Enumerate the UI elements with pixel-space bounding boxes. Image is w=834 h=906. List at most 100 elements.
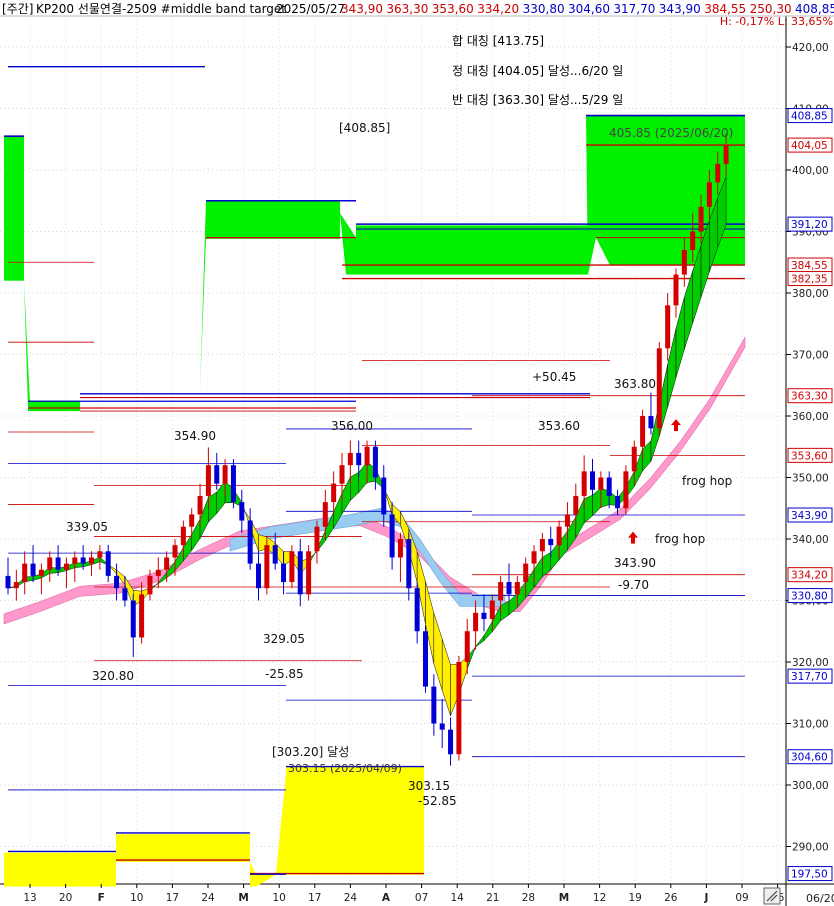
header-value: 330,80 — [523, 2, 565, 16]
candle-body — [473, 612, 479, 632]
green-cloud — [4, 136, 24, 281]
chart-header: [주간] KP200 선물연결-2509 #middle band target… — [2, 2, 834, 28]
ann-33905: 339.05 — [66, 520, 108, 534]
candle-body — [364, 446, 370, 466]
candle-body — [556, 526, 562, 546]
candle-body — [5, 575, 11, 589]
green-cloud — [206, 203, 340, 239]
y-tick-label: 380,00 — [792, 288, 829, 300]
header-value: 408,85 — [795, 2, 834, 16]
header-value: 343,90 — [341, 2, 383, 16]
header-value: 250,30 — [750, 2, 792, 16]
ann-32905: 329.05 — [263, 632, 305, 646]
ma-ribbon-segment — [216, 480, 226, 515]
x-tick-label: 24 — [344, 892, 358, 904]
price-tag-label: 334,20 — [791, 570, 828, 582]
candle-body — [456, 662, 462, 755]
candle-body — [63, 563, 69, 570]
price-tag-label: 384,55 — [791, 260, 828, 272]
ma-ribbon-segment — [542, 551, 551, 578]
candle-body — [72, 557, 78, 564]
header-hl: H: -0,17% L: 33,65% — [720, 15, 833, 28]
ann-30315: 303.15 — [408, 779, 450, 793]
candle-body — [690, 231, 696, 250]
candle-body — [80, 557, 86, 564]
ma-ribbon-segment — [592, 487, 602, 517]
candle-body — [239, 502, 245, 521]
x-tick-label: 07 — [415, 892, 428, 904]
x-tick-label: A — [382, 892, 391, 904]
candle-body — [13, 582, 19, 589]
candle-body — [30, 563, 36, 576]
y-tick-label: 300,00 — [792, 780, 829, 792]
price-tag-label: 382,35 — [791, 274, 828, 286]
candle-body — [656, 348, 662, 429]
candle-body — [706, 182, 712, 207]
candle-body — [97, 551, 103, 558]
candle-body — [406, 539, 412, 589]
candle-body — [590, 471, 595, 490]
price-tag-label: 408,85 — [791, 111, 828, 123]
ann-reached: [303.20] 달성 — [272, 745, 349, 759]
x-tick-label: 09 — [735, 892, 748, 904]
candle-body — [172, 545, 178, 558]
yellow-cloud — [116, 834, 250, 862]
x-tick-label: 17 — [308, 892, 321, 904]
ann-frog2: frog hop — [655, 532, 705, 546]
candle-body — [55, 557, 61, 570]
candle-body — [623, 471, 629, 509]
candle-body — [673, 274, 679, 306]
y-tick-label: 360,00 — [792, 411, 829, 423]
candle-body — [105, 551, 111, 576]
candle-body — [230, 465, 236, 503]
x-tick-label: 10 — [273, 892, 286, 904]
x-tick-label: 14 — [451, 892, 465, 904]
candle-body — [22, 563, 28, 583]
header-value: 317,70 — [613, 2, 655, 16]
candle-body — [155, 569, 161, 576]
y-tick-label: 340,00 — [792, 534, 829, 546]
candle-body — [723, 145, 729, 164]
candle-body — [247, 520, 253, 564]
x-tick-label: 20 — [59, 892, 72, 904]
price-tag-label: 304,60 — [791, 752, 828, 764]
candle-body — [481, 612, 487, 619]
candle-body — [423, 631, 428, 687]
ann-35490: 354.90 — [174, 429, 216, 443]
price-tags: 408,85 404,05 391,20 384,55 382,35 363,30 353,… — [787, 108, 833, 882]
candle-body — [381, 477, 387, 515]
x-tick-label: 19 — [629, 892, 642, 904]
candle-body — [397, 539, 403, 558]
ma-ribbon-segment — [208, 491, 217, 523]
y-tick-label: 290,00 — [792, 842, 829, 854]
candle-body — [648, 416, 654, 429]
header-tag: [주간] — [2, 2, 33, 16]
x-tick-label: M — [559, 892, 569, 904]
yellow-cloud — [4, 852, 116, 887]
candle-body — [297, 551, 303, 595]
header-value: 343,90 — [659, 2, 701, 16]
ann-35360: 353.60 — [538, 419, 580, 433]
ma-ribbon-segment — [475, 634, 485, 648]
price-tag-label: 363,30 — [791, 391, 828, 403]
header-values: 343,90 363,30 353,60 334,20 330,80 304,60 317,… — [341, 2, 834, 16]
price-tag-label: 404,05 — [791, 140, 828, 152]
ann-34390: 343.90 — [614, 556, 656, 570]
axis-corner[interactable]: 06/20 — [763, 887, 834, 905]
candle-body — [306, 551, 312, 595]
x-tick-label: 17 — [166, 892, 179, 904]
candle-body — [331, 483, 337, 503]
candle-body — [372, 446, 378, 478]
candle-body — [548, 539, 554, 546]
up-arrow-icon — [671, 419, 681, 432]
ann-35600: 356.00 — [331, 419, 373, 433]
candle-body — [214, 465, 220, 484]
candle-body — [489, 600, 495, 619]
candle-body — [164, 557, 170, 570]
candle-body — [715, 163, 721, 183]
candle-body — [523, 563, 529, 583]
x-tick-label: 12 — [593, 892, 606, 904]
candle-body — [197, 495, 203, 515]
up-arrow-icon — [628, 531, 638, 544]
candle-body — [514, 582, 520, 595]
